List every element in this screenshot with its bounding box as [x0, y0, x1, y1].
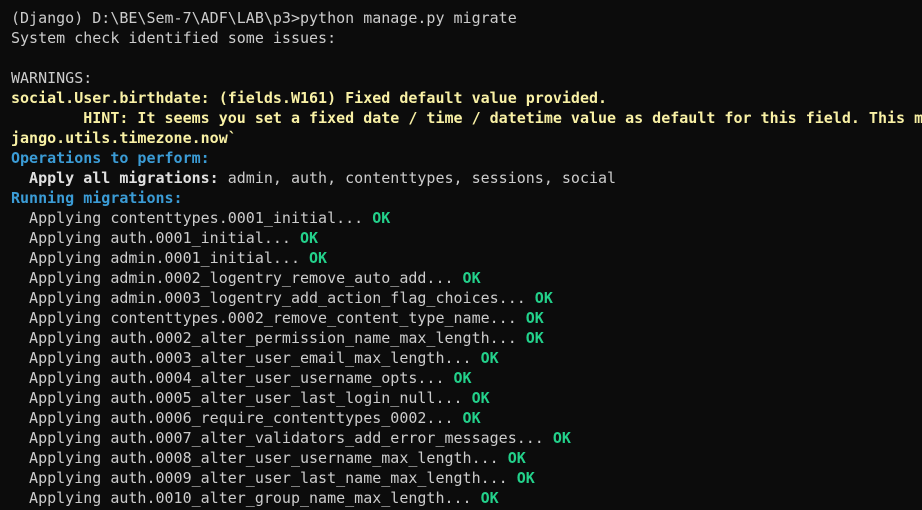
- migration-text: Applying auth.0001_initial...: [11, 229, 300, 247]
- migration-text: Applying auth.0002_alter_permission_name…: [11, 329, 526, 347]
- ok-status: OK: [525, 329, 544, 347]
- migration-line: Applying auth.0001_initial... OK: [11, 228, 922, 248]
- apply-all-value: admin, auth, contenttypes, sessions, soc…: [218, 169, 617, 187]
- migration-line: Applying admin.0002_logentry_remove_auto…: [11, 268, 922, 288]
- migration-line: Applying auth.0005_alter_user_last_login…: [11, 388, 922, 408]
- migration-text: Applying admin.0001_initial...: [11, 249, 310, 267]
- warnings-label: WARNINGS:: [11, 69, 93, 87]
- migration-text: Applying auth.0003_alter_user_email_max_…: [11, 349, 481, 367]
- migration-line: Applying contenttypes.0001_initial... OK: [11, 208, 922, 228]
- operations-heading: Operations to perform:: [11, 149, 210, 167]
- hint-line: HINT: It seems you set a fixed date / ti…: [11, 109, 922, 127]
- migration-list: Applying contenttypes.0001_initial... OK…: [11, 208, 922, 508]
- ok-status: OK: [453, 369, 472, 387]
- ok-status: OK: [372, 209, 391, 227]
- ok-status: OK: [480, 349, 499, 367]
- ok-status: OK: [516, 469, 535, 487]
- migration-line: Applying auth.0006_require_contenttypes_…: [11, 408, 922, 428]
- ok-status: OK: [299, 229, 319, 247]
- migration-text: Applying contenttypes.0001_initial...: [11, 209, 373, 227]
- warning-line: social.User.birthdate: (fields.W161) Fix…: [11, 89, 608, 107]
- migration-text: Applying admin.0003_logentry_add_action_…: [11, 289, 535, 307]
- migration-line: Applying auth.0007_alter_validators_add_…: [11, 428, 922, 448]
- migration-text: Applying auth.0005_alter_user_last_login…: [11, 389, 472, 407]
- migration-text: Applying auth.0010_alter_group_name_max_…: [11, 489, 481, 507]
- migration-text: Applying admin.0002_logentry_remove_auto…: [11, 269, 463, 287]
- migration-line: Applying auth.0004_alter_user_username_o…: [11, 368, 922, 388]
- ok-status: OK: [309, 249, 328, 267]
- terminal-window[interactable]: (Django) D:\BE\Sem-7\ADF\LAB\p3>python m…: [0, 0, 922, 510]
- migration-text: Applying auth.0006_require_contenttypes_…: [11, 409, 463, 427]
- system-check-line: System check identified some issues:: [11, 29, 337, 47]
- apply-all-line: Apply all migrations: admin, auth, conte…: [11, 168, 922, 188]
- migration-line: Applying auth.0010_alter_group_name_max_…: [11, 488, 922, 508]
- migration-line: Applying auth.0009_alter_user_last_name_…: [11, 468, 922, 488]
- migration-line: Applying contenttypes.0002_remove_conten…: [11, 308, 922, 328]
- running-migrations-heading: Running migrations:: [11, 189, 183, 207]
- migration-text: Applying auth.0009_alter_user_last_name_…: [11, 469, 517, 487]
- ok-status: OK: [507, 449, 526, 467]
- migration-text: Applying auth.0008_alter_user_username_m…: [11, 449, 508, 467]
- migration-line: Applying admin.0003_logentry_add_action_…: [11, 288, 922, 308]
- hint-continuation-line: jango.utils.timezone.now`: [11, 129, 237, 147]
- migration-line: Applying auth.0002_alter_permission_name…: [11, 328, 922, 348]
- ok-status: OK: [462, 269, 481, 287]
- migration-text: Applying auth.0007_alter_validators_add_…: [11, 429, 553, 447]
- ok-status: OK: [552, 429, 571, 447]
- ok-status: OK: [525, 309, 544, 327]
- migration-line: Applying auth.0008_alter_user_username_m…: [11, 448, 922, 468]
- migration-line: Applying admin.0001_initial... OK: [11, 248, 922, 268]
- apply-all-label: Apply all migrations:: [11, 169, 219, 187]
- migration-text: Applying auth.0004_alter_user_username_o…: [11, 369, 454, 387]
- ok-status: OK: [471, 389, 490, 407]
- ok-status: OK: [480, 489, 499, 507]
- migration-line: Applying auth.0003_alter_user_email_max_…: [11, 348, 922, 368]
- ok-status: OK: [462, 409, 481, 427]
- prompt-line: (Django) D:\BE\Sem-7\ADF\LAB\p3>python m…: [11, 9, 517, 27]
- ok-status: OK: [534, 289, 553, 307]
- migration-text: Applying contenttypes.0002_remove_conten…: [11, 309, 526, 327]
